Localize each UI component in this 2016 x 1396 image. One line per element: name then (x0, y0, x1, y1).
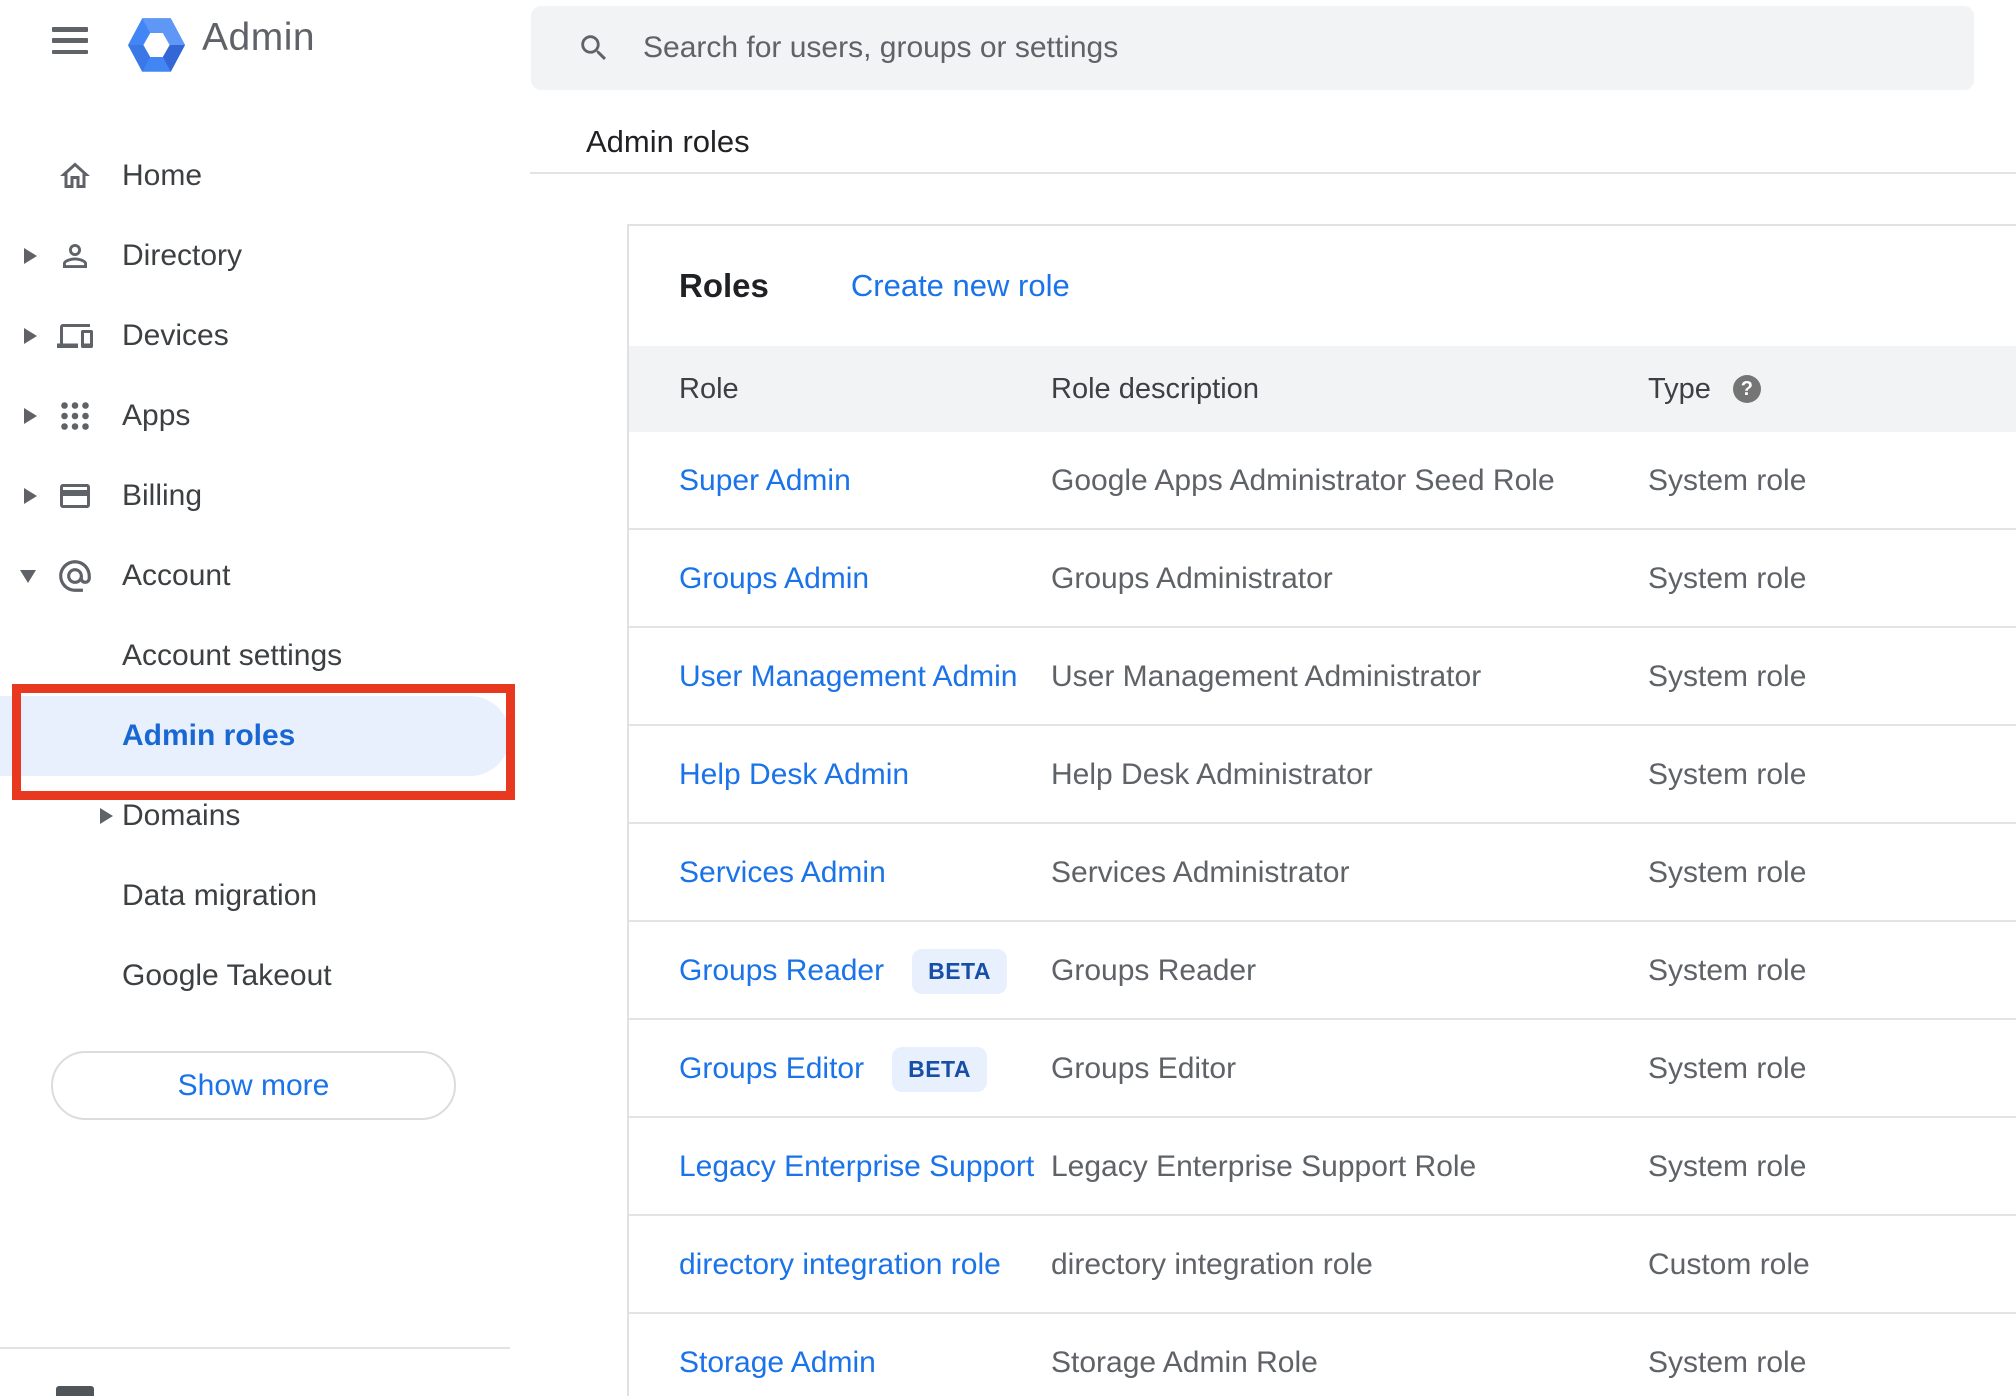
table-row[interactable]: Help Desk Admin Help Desk Administrator … (629, 726, 2016, 824)
role-description: Groups Editor (1051, 1052, 1237, 1085)
role-description: Services Administrator (1051, 856, 1350, 889)
sidebar-divider (0, 1347, 510, 1349)
role-link[interactable]: Super Admin (679, 464, 851, 498)
chevron-right-icon (100, 808, 113, 824)
roles-card-header: Roles Create new role (629, 226, 2016, 346)
person-icon (56, 237, 94, 275)
card-title: Roles (679, 267, 769, 304)
role-type: System role (1648, 758, 1807, 791)
table-row[interactable]: Services Admin Services Administrator Sy… (629, 824, 2016, 922)
help-icon[interactable]: ? (1732, 375, 1761, 403)
clipped-bottom-icon (56, 1386, 94, 1396)
chevron-right-icon (24, 488, 37, 504)
table-row[interactable]: Storage Admin Storage Admin Role System … (629, 1314, 2016, 1396)
sidebar-item-devices[interactable]: Devices (0, 296, 530, 376)
column-header-description: Role description (1051, 372, 1259, 405)
table-row[interactable]: Groups Editor BETA Groups Editor System … (629, 1020, 2016, 1118)
role-link[interactable]: directory integration role (679, 1248, 1001, 1282)
role-description: Groups Reader (1051, 954, 1257, 987)
sidebar-item-billing[interactable]: Billing (0, 456, 530, 536)
role-link[interactable]: Help Desk Admin (679, 758, 909, 792)
at-sign-icon (56, 557, 94, 595)
table-row[interactable]: directory integration role directory int… (629, 1216, 2016, 1314)
role-description: Legacy Enterprise Support Role (1051, 1150, 1477, 1183)
chevron-right-icon (24, 408, 37, 424)
role-type: System role (1648, 464, 1807, 497)
sidebar-item-label: Admin roles (122, 719, 296, 752)
sidebar-item-google-takeout[interactable]: Google Takeout (0, 936, 530, 1016)
beta-badge: BETA (912, 948, 1008, 994)
role-type: System role (1648, 1346, 1807, 1379)
search-input[interactable] (643, 31, 1974, 65)
sidebar-item-label: Directory (122, 239, 243, 272)
role-link[interactable]: Services Admin (679, 856, 886, 890)
role-type: System role (1648, 954, 1807, 987)
sidebar-item-home[interactable]: Home (0, 136, 530, 216)
role-type: System role (1648, 660, 1807, 693)
role-link[interactable]: User Management Admin (679, 660, 1018, 694)
apps-grid-icon (56, 397, 94, 435)
sidebar-item-label: Apps (122, 399, 191, 432)
sidebar-item-domains[interactable]: Domains (0, 776, 530, 856)
product-name: Admin (202, 16, 316, 59)
role-type: System role (1648, 1052, 1807, 1085)
menu-icon[interactable] (52, 27, 88, 54)
sidebar-item-label: Billing (122, 479, 203, 512)
sidebar-item-admin-roles[interactable]: Admin roles (0, 696, 510, 776)
search-icon (581, 35, 607, 61)
home-icon (56, 157, 94, 195)
search-bar[interactable] (531, 6, 1974, 90)
sidebar-item-label: Home (122, 159, 203, 192)
role-type: Custom role (1648, 1248, 1810, 1281)
sidebar-item-label: Domains (122, 799, 241, 832)
beta-badge: BETA (892, 1046, 987, 1092)
sidebar-item-label: Devices (122, 319, 229, 352)
sidebar-item-account[interactable]: Account (0, 536, 530, 616)
table-row[interactable]: Legacy Enterprise Support Legacy Enterpr… (629, 1118, 2016, 1216)
role-type: System role (1648, 1150, 1807, 1183)
role-link[interactable]: Groups Admin (679, 562, 869, 596)
role-description: User Management Administrator (1051, 660, 1482, 693)
chevron-right-icon (24, 328, 37, 344)
devices-icon (56, 317, 94, 355)
role-link[interactable]: Legacy Enterprise Support (679, 1150, 1034, 1184)
role-link[interactable]: Storage Admin (679, 1346, 876, 1380)
role-description: Help Desk Administrator (1051, 758, 1373, 791)
role-description: Storage Admin Role (1051, 1346, 1318, 1379)
table-row[interactable]: Groups Admin Groups Administrator System… (629, 530, 2016, 628)
table-header-row: Role Role description Type ? (629, 346, 2016, 432)
sidebar-item-data-migration[interactable]: Data migration (0, 856, 530, 936)
role-type: System role (1648, 562, 1807, 595)
chevron-down-icon (20, 569, 36, 583)
create-new-role-link[interactable]: Create new role (851, 268, 1070, 304)
role-description: directory integration role (1051, 1248, 1373, 1281)
sidebar-item-apps[interactable]: Apps (0, 376, 530, 456)
sidebar-item-label: Account (122, 559, 231, 592)
role-link[interactable]: Groups Editor (679, 1052, 864, 1086)
column-header-role: Role (679, 372, 739, 405)
role-link[interactable]: Groups Reader (679, 954, 884, 988)
sidebar-nav: Home Directory Devices Apps Billing Acco… (0, 136, 530, 1016)
admin-console: Admin Home Directory Devices (0, 0, 2016, 1396)
credit-card-icon (56, 477, 94, 515)
admin-logo-icon (128, 18, 185, 72)
header-divider (530, 172, 2016, 174)
table-row[interactable]: Super Admin Google Apps Administrator Se… (629, 432, 2016, 530)
breadcrumb: Admin roles (586, 124, 750, 159)
show-more-button[interactable]: Show more (51, 1051, 456, 1120)
sidebar-item-label: Data migration (122, 879, 318, 912)
table-row[interactable]: Groups Reader BETA Groups Reader System … (629, 922, 2016, 1020)
sidebar-item-label: Account settings (122, 639, 343, 672)
chevron-right-icon (24, 248, 37, 264)
sidebar-item-account-settings[interactable]: Account settings (0, 616, 530, 696)
sidebar-item-directory[interactable]: Directory (0, 216, 530, 296)
table-row[interactable]: User Management Admin User Management Ad… (629, 628, 2016, 726)
roles-card: Roles Create new role Role Role descript… (627, 224, 2016, 1396)
column-header-type: Type ? (1648, 346, 1761, 432)
role-type: System role (1648, 856, 1807, 889)
sidebar-item-label: Google Takeout (122, 959, 332, 992)
role-description: Google Apps Administrator Seed Role (1051, 464, 1555, 497)
role-description: Groups Administrator (1051, 562, 1333, 595)
